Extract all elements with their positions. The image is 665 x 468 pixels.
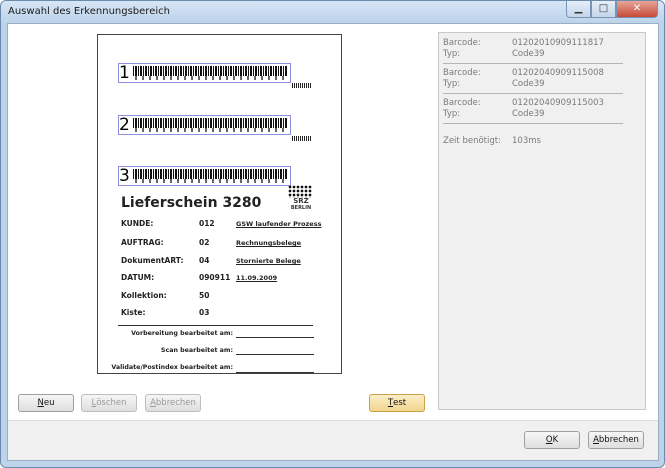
time-value: 103ms [512, 136, 541, 146]
signature-label-scan: Scan bearbeitet am: [160, 347, 233, 354]
doc-link-dokumentart: Stornierte Belege [236, 257, 301, 265]
window-title: Auswahl des Erkennungsbereich [8, 6, 170, 17]
document-divider [118, 325, 313, 326]
window-controls: ▁ □ ✕ [566, 1, 658, 18]
delete-label: öschen [96, 398, 127, 408]
cancel-zone-label: bbrechen [155, 398, 196, 408]
minimize-icon: ▁ [574, 3, 583, 14]
time-label: Zeit benötigt: [443, 136, 501, 146]
recognition-zone-2[interactable]: 2 [118, 115, 291, 135]
doc-label-auftrag: AUFTRAG: [121, 238, 164, 247]
dialog-window: Auswahl des Erkennungsbereich ▁ □ ✕ 1 2 … [0, 0, 665, 468]
barcode-label: Barcode: [443, 98, 481, 108]
minimize-button[interactable]: ▁ [566, 1, 591, 18]
logo-subtext: BERLIN [290, 205, 312, 211]
signature-line [236, 354, 314, 355]
zone-number: 2 [119, 115, 130, 135]
close-icon: ✕ [632, 3, 642, 14]
doc-value-datum: 090911 [199, 273, 231, 282]
doc-label-datum: DATUM: [121, 273, 155, 282]
dialog-footer: OK Abbrechen [8, 420, 658, 460]
title-bar[interactable]: Auswahl des Erkennungsbereich ▁ □ ✕ [1, 1, 664, 23]
dialog-client-area: 1 2 3 Lieferschein 3280 SRZ BERLIN KUNDE… [7, 23, 659, 461]
small-barcode-image [292, 136, 312, 141]
barcode-value: 01202040909115003 [512, 98, 604, 108]
cancel-label: bbrechen [598, 435, 639, 445]
new-button[interactable]: Neu [18, 394, 74, 412]
srz-logo: SRZ BERLIN [288, 185, 314, 213]
barcode-digits [135, 128, 285, 132]
ok-label: K [552, 435, 559, 445]
result-separator [443, 93, 623, 94]
cancel-zone-button[interactable]: Abbrechen [145, 394, 201, 412]
barcode-value: 01202040909115008 [512, 68, 604, 78]
type-value: Code39 [512, 49, 545, 59]
recognition-zone-1[interactable]: 1 [118, 63, 291, 83]
type-value: Code39 [512, 109, 545, 119]
type-label: Typ: [443, 79, 461, 89]
document-heading: Lieferschein 3280 [121, 195, 262, 211]
signature-label-vorbereitung: Vorbereitung bearbeitet am: [131, 330, 233, 337]
doc-value-kollektion: 50 [199, 291, 210, 300]
close-button[interactable]: ✕ [616, 1, 658, 18]
ok-button[interactable]: OK [524, 431, 580, 449]
doc-label-kollektion: Kollektion: [121, 291, 167, 300]
barcode-image [133, 169, 287, 179]
barcode-label: Barcode: [443, 38, 481, 48]
result-separator [443, 63, 623, 64]
barcode-image [133, 66, 287, 76]
barcode-digits [135, 76, 285, 80]
signature-label-validate: Validate/Postindex bearbeitet am: [111, 364, 233, 371]
document-preview[interactable]: 1 2 3 Lieferschein 3280 SRZ BERLIN KUNDE… [97, 34, 342, 374]
maximize-icon: □ [598, 3, 609, 14]
doc-value-kiste: 03 [199, 308, 210, 317]
test-button[interactable]: Test [369, 394, 425, 412]
doc-value-auftrag: 02 [199, 238, 210, 247]
barcode-value: 01202010909111817 [512, 38, 604, 48]
barcode-label: Barcode: [443, 68, 481, 78]
small-barcode-image [292, 83, 312, 88]
test-label: est [393, 398, 407, 408]
doc-link-datum: 11.09.2009 [236, 274, 278, 282]
zone-number: 1 [119, 63, 130, 83]
ok-mnemonic: O [545, 435, 553, 445]
doc-label-kunde: KUNDE: [121, 219, 154, 228]
recognition-zone-3[interactable]: 3 [118, 166, 291, 186]
doc-label-kiste: Kiste: [121, 308, 146, 317]
results-panel: Barcode: 01202010909111817 Typ: Code39 B… [438, 32, 646, 410]
delete-button[interactable]: Löschen [81, 394, 137, 412]
type-label: Typ: [443, 109, 461, 119]
doc-label-dokumentart: DokumentART: [121, 256, 184, 265]
type-value: Code39 [512, 79, 545, 89]
doc-link-auftrag: Rechnungsbelege [236, 239, 302, 247]
logo-text: SRZ [293, 197, 309, 205]
doc-link-kunde: GSW laufender Prozess [236, 220, 322, 228]
barcode-image [133, 118, 287, 128]
new-label: eu [43, 398, 55, 408]
zone-number: 3 [119, 166, 130, 186]
doc-value-kunde: 012 [199, 219, 215, 228]
signature-line [236, 337, 314, 338]
signature-line [236, 372, 314, 373]
maximize-button[interactable]: □ [591, 1, 616, 18]
doc-value-dokumentart: 04 [199, 256, 210, 265]
type-label: Typ: [443, 49, 461, 59]
result-separator [443, 123, 623, 124]
cancel-button[interactable]: Abbrechen [588, 431, 644, 449]
barcode-digits [135, 179, 285, 183]
